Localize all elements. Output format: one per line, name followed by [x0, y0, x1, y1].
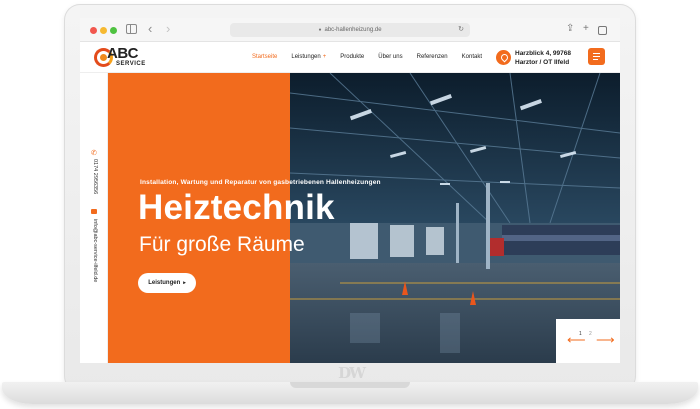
hero-tagline: Installation, Wartung und Reparatur von …: [140, 179, 381, 186]
arrow-right-icon[interactable]: ⟶: [596, 333, 615, 347]
logo-service-text: SERVICE: [116, 61, 146, 67]
slide-current: 1: [579, 331, 582, 337]
nav-ueber-uns[interactable]: Über uns: [378, 54, 402, 60]
menu-line-icon: [593, 56, 600, 58]
address-bar[interactable]: ● abc-hallenheizung.de ↻: [230, 23, 470, 37]
sidebar-toggle-icon[interactable]: [126, 24, 137, 34]
nav-kontakt[interactable]: Kontakt: [462, 54, 482, 60]
location-pin-icon: [496, 50, 511, 65]
main-navigation: Startseite Leistungen + Produkte Über uns…: [252, 42, 496, 72]
play-arrow-icon: ▸: [183, 280, 186, 286]
logo-abc-text: ABC: [107, 45, 139, 62]
forward-arrow-icon[interactable]: ›: [166, 21, 170, 37]
back-arrow-icon[interactable]: ‹: [148, 21, 152, 37]
lock-icon: ●: [318, 27, 322, 33]
address-line-2: Harztor / OT Ilfeld: [515, 59, 570, 66]
phone-link[interactable]: 0174 2956356: [92, 159, 98, 194]
minimize-window-button[interactable]: [100, 27, 107, 34]
company-logo[interactable]: ABC SERVICE: [94, 45, 154, 71]
menu-line-icon: [593, 59, 598, 61]
email-link[interactable]: info@abc-service-ilfeld.de: [92, 219, 98, 282]
hero-section: Installation, Wartung und Reparatur von …: [108, 73, 620, 363]
address-line-1: Harzblick 4, 99768: [515, 50, 572, 57]
hero-title: Heiztechnik: [138, 188, 335, 227]
close-window-button[interactable]: [90, 27, 97, 34]
slider-controls: ⟵ 1 2 ⟶: [556, 319, 620, 363]
url-text: abc-hallenheizung.de: [324, 27, 382, 33]
contact-rail: ✆ 0174 2956356 info@abc-service-ilfeld.d…: [80, 73, 108, 363]
reload-icon[interactable]: ↻: [458, 23, 464, 37]
menu-line-icon: [593, 53, 600, 55]
dropdown-plus-icon: +: [322, 54, 327, 60]
laptop-logo: DW: [338, 364, 366, 382]
share-icon[interactable]: ⇪: [566, 23, 574, 35]
hero-subtitle: Für große Räume: [139, 233, 305, 256]
nav-referenzen[interactable]: Referenzen: [417, 54, 448, 60]
email-icon: [91, 209, 97, 214]
hamburger-menu-button[interactable]: [588, 48, 605, 65]
nav-produkte[interactable]: Produkte: [340, 54, 364, 60]
nav-leistungen-label: Leistungen: [291, 54, 321, 60]
nav-leistungen[interactable]: Leistungen +: [291, 54, 326, 60]
phone-icon: ✆: [91, 150, 97, 157]
laptop-notch: [290, 382, 410, 388]
browser-toolbar: ‹ › ● abc-hallenheizung.de ↻ ⇪ +: [80, 18, 620, 42]
maximize-window-button[interactable]: [110, 27, 117, 34]
new-tab-icon[interactable]: +: [583, 23, 589, 35]
site-header: ABC SERVICE Startseite Leistungen + Produ…: [80, 42, 620, 73]
leistungen-button[interactable]: Leistungen ▸: [138, 273, 196, 293]
arrow-left-icon[interactable]: ⟵: [567, 333, 586, 347]
company-address: Harzblick 4, 99768 Harztor / OT Ilfeld: [515, 49, 571, 67]
slide-total: 2: [589, 331, 592, 337]
browser-window: ‹ › ● abc-hallenheizung.de ↻ ⇪ + ABC SERV…: [80, 18, 620, 363]
nav-startseite[interactable]: Startseite: [252, 54, 277, 60]
leistungen-button-label: Leistungen: [148, 280, 181, 286]
tab-overview-icon[interactable]: [598, 26, 607, 35]
